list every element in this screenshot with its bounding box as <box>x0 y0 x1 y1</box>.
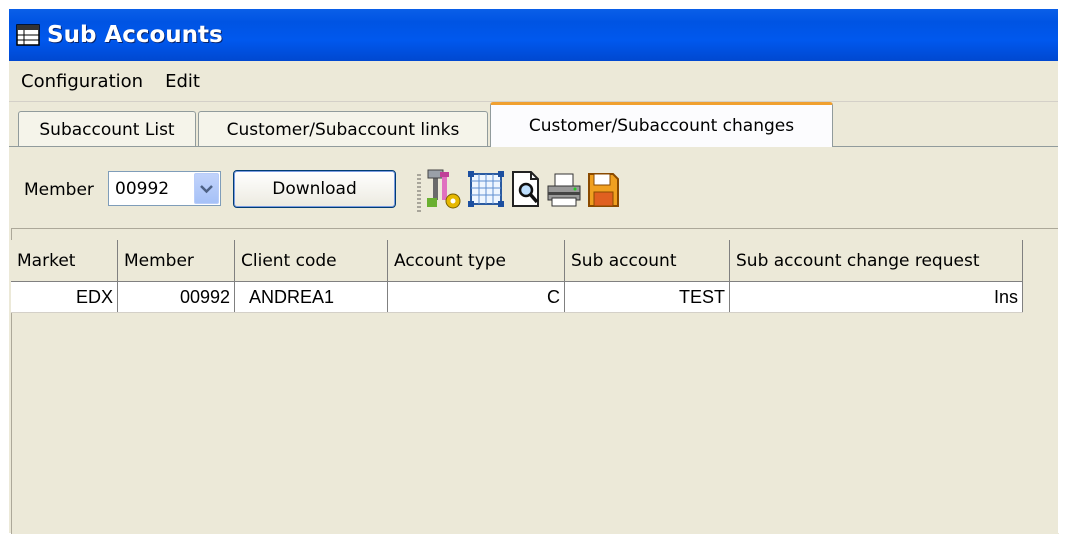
column-header-account-type[interactable]: Account type <box>387 240 565 282</box>
cell-member: 00992 <box>117 281 235 313</box>
cell-market: EDX <box>11 281 118 313</box>
menu-configuration[interactable]: Configuration <box>9 71 152 92</box>
menu-bar: Configuration Edit <box>9 61 1058 102</box>
chevron-down-icon[interactable] <box>194 173 219 204</box>
grid-layout-icon[interactable] <box>467 168 505 210</box>
menu-edit[interactable]: Edit <box>152 71 209 92</box>
table-header-row: Market Member Client code Account type S… <box>11 240 1023 282</box>
export-icon[interactable] <box>584 168 622 210</box>
tab-subaccount-list[interactable]: Subaccount List <box>18 111 196 147</box>
column-header-sub-account-change-request[interactable]: Sub account change request <box>729 240 1023 282</box>
member-label: Member <box>24 180 94 200</box>
member-select[interactable]: 00992 <box>108 171 221 206</box>
toolbar-grip <box>417 174 421 214</box>
window-right-margin <box>1058 0 1070 533</box>
column-header-member[interactable]: Member <box>117 240 235 282</box>
table-row[interactable]: EDX 00992 ANDREA1 C TEST Ins <box>11 281 1023 313</box>
cell-client-code: ANDREA1 <box>234 281 388 313</box>
title-bar: Sub Accounts <box>9 9 1058 61</box>
tab-customer-subaccount-changes[interactable]: Customer/Subaccount changes <box>490 102 833 147</box>
printer-icon[interactable] <box>545 168 583 210</box>
column-header-sub-account[interactable]: Sub account <box>564 240 730 282</box>
column-header-client-code[interactable]: Client code <box>234 240 388 282</box>
cell-sub-account-change-request: Ins <box>729 281 1023 313</box>
cell-sub-account: TEST <box>564 281 730 313</box>
window-title: Sub Accounts <box>47 22 223 48</box>
print-preview-icon[interactable] <box>507 168 545 210</box>
column-header-market[interactable]: Market <box>11 240 118 282</box>
member-select-value: 00992 <box>115 179 170 199</box>
subaccount-changes-table: Market Member Client code Account type S… <box>11 240 1023 313</box>
tab-customer-subaccount-links[interactable]: Customer/Subaccount links <box>198 111 488 147</box>
cell-account-type: C <box>387 281 565 313</box>
tools-icon[interactable] <box>425 168 463 210</box>
download-button[interactable]: Download <box>233 170 396 208</box>
table-icon <box>16 23 40 47</box>
